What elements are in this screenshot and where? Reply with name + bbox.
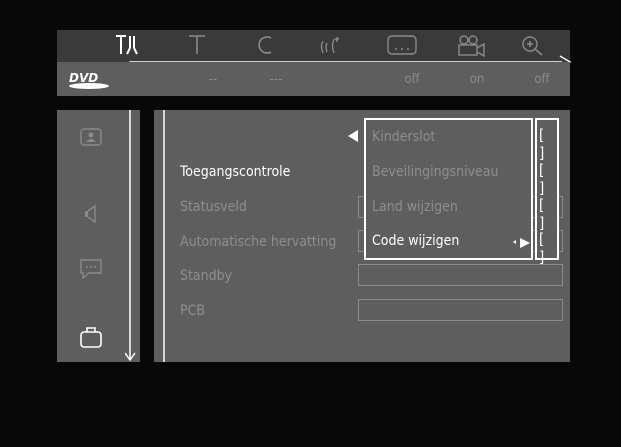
status-zoom-value: off [534,72,550,87]
submenu-item-beveiligingsniveau[interactable]: Beveilingingsniveau [372,164,499,180]
speaker-icon[interactable] [77,202,105,226]
status-bar: DVD -- --- off on off [57,62,570,96]
menu-item-automatische-hervatting[interactable]: Automatische hervatting [180,234,336,250]
preferences-icon[interactable] [77,324,105,348]
menu-item-standby[interactable]: Standby [180,268,232,284]
access-control-submenu: Kinderslot Beveilingingsniveau Land wijz… [364,118,533,260]
submenu-item-kinderslot[interactable]: Kinderslot [372,129,435,145]
menu-divider [125,110,165,362]
status-title-value: -- [208,72,218,87]
menu-item-pcb[interactable]: PCB [180,303,205,319]
standby-field[interactable] [358,264,563,286]
submenu-item-code-wijzigen[interactable]: Code wijzigen [372,233,459,249]
code-checkbox[interactable]: [ ] [539,230,557,266]
svg-text:DVD: DVD [69,71,98,85]
status-chapter-value: --- [269,72,283,87]
status-subtitle-value: off [404,72,420,87]
right-arrow-icon [513,238,530,248]
beveiligingsniveau-checkbox[interactable]: [ ] [539,161,557,197]
language-icon[interactable] [77,256,105,280]
menu-item-statusveld[interactable]: Statusveld [180,199,247,215]
picture-icon[interactable] [77,126,105,150]
checkbox-column: [ ] [ ] [ ] [ ] [535,118,559,266]
dvd-logo: DVD [65,70,115,89]
left-arrow-icon [348,130,358,142]
kinderslot-checkbox[interactable]: [ ] [539,126,557,162]
menu-item-toegangscontrole[interactable]: Toegangscontrole [180,164,290,180]
status-angle-value: on [469,72,485,87]
land-checkbox[interactable]: [ ] [539,196,557,232]
pcb-field[interactable] [358,299,563,321]
submenu-item-land-wijzigen[interactable]: Land wijzigen [372,199,458,215]
